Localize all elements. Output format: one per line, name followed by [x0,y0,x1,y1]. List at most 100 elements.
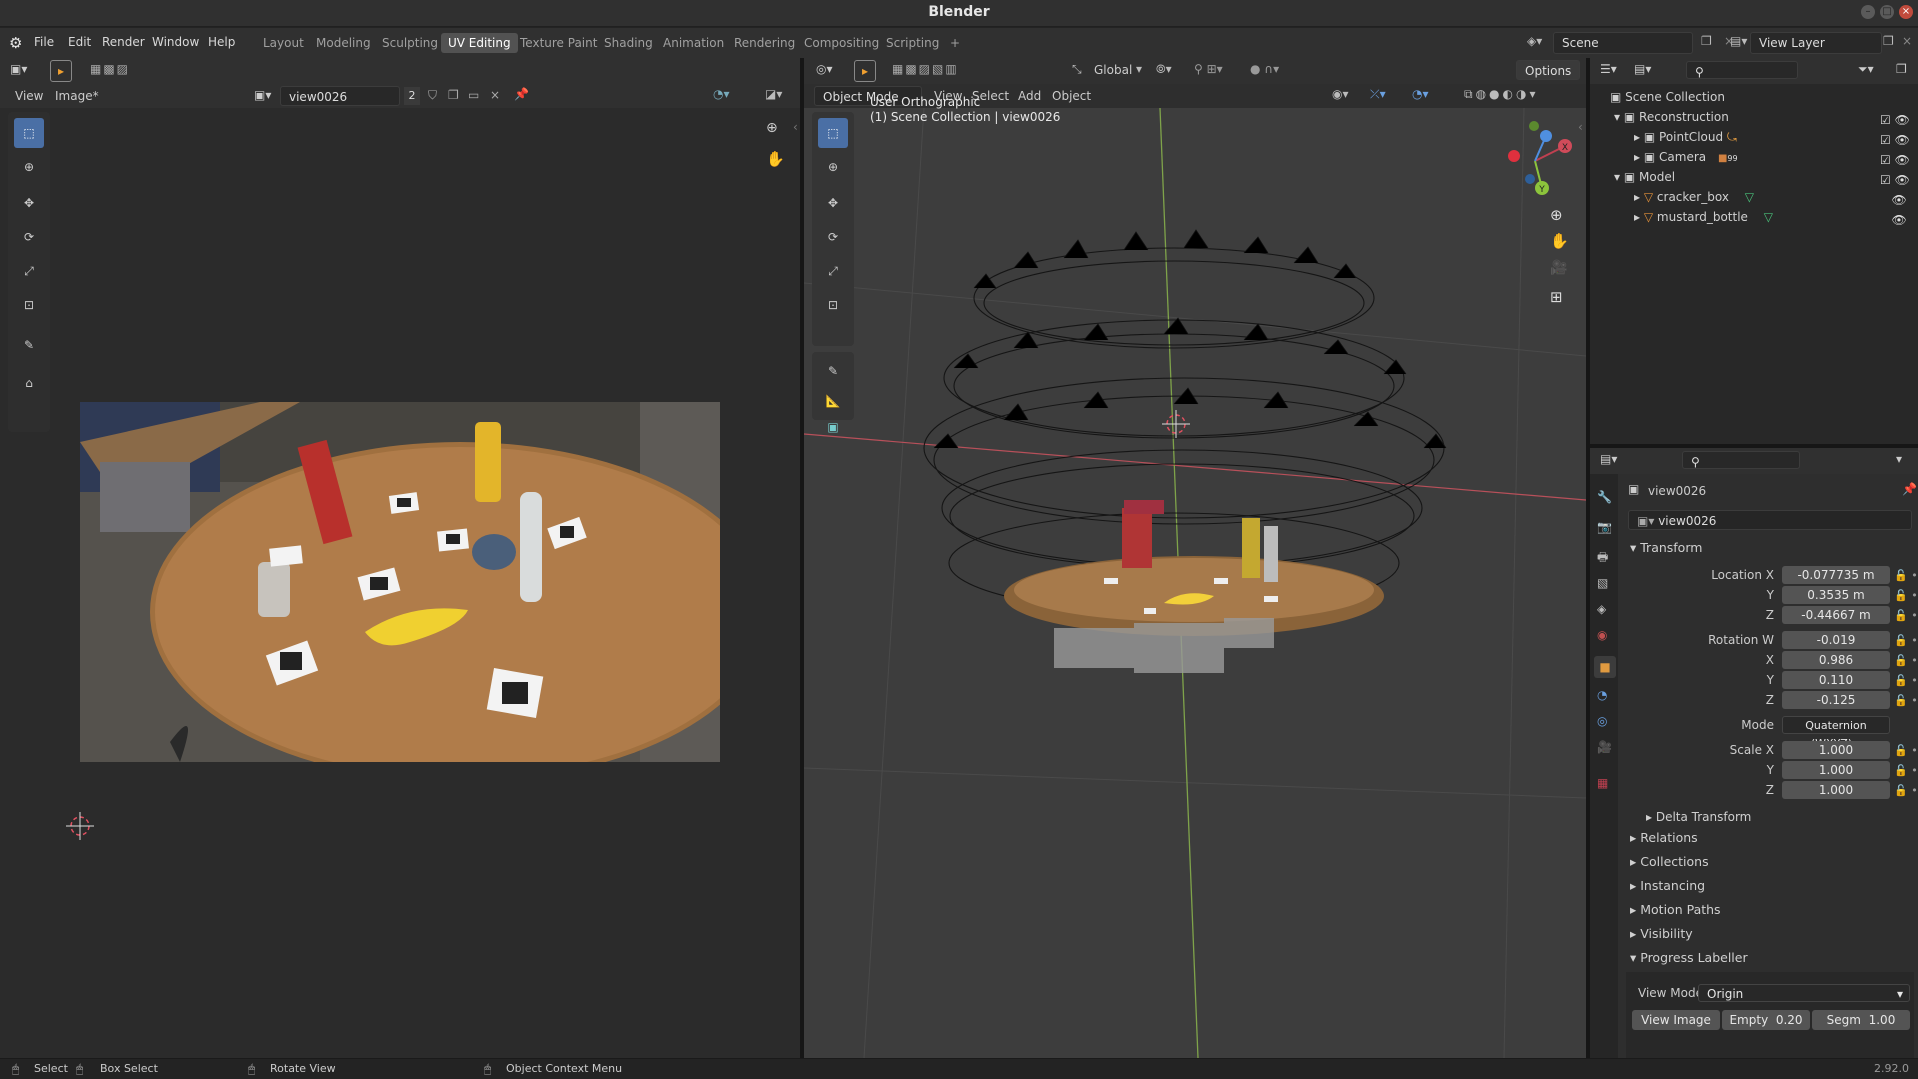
tab-animation[interactable]: Animation [656,33,731,53]
display-mode-icon[interactable]: ▤▾ [1634,62,1651,76]
lock-keyframe-column[interactable]: 🔓 • 🔓 • 🔓 • [1894,741,1918,801]
outliner-item-cracker-box[interactable]: ▸ ▽ cracker_box ▽ [1634,190,1914,204]
open-image-icon[interactable]: ▭ [468,88,479,102]
visibility-panel[interactable]: ▸ Visibility [1630,926,1693,941]
object-data-field[interactable]: ▣▾ view0026 [1628,510,1912,530]
snap-icon[interactable]: ⚲ ⊞▾ [1194,62,1223,76]
filter-icon[interactable]: ⏷▾ [1858,62,1874,77]
scale-y-field[interactable]: 1.000 [1782,761,1890,779]
tab-compositing[interactable]: Compositing [797,33,886,53]
tool-scale[interactable]: ⤢ [14,256,44,286]
rotation-w-field[interactable]: -0.019 [1782,631,1890,649]
view-mode-dropdown[interactable]: Origin ▾ [1698,984,1910,1002]
rotation-x-field[interactable]: 0.986 [1782,651,1890,669]
outliner-item-camera[interactable]: ▸ ▣ Camera ■99 [1634,150,1914,164]
camera-view-icon[interactable]: 🎥 [1550,260,1567,276]
render-layer-icon[interactable]: ▤▾ [1730,34,1747,48]
collections-panel[interactable]: ▸ Collections [1630,854,1709,869]
new-image-icon[interactable]: ❐ [448,88,459,102]
tool-move[interactable]: ✥ [14,188,44,218]
delete-view-layer-icon[interactable]: × [1902,34,1912,48]
gizmo-icon[interactable]: ⤫▾ [1370,87,1386,102]
empty-size-field[interactable]: Empty 0.20 [1722,1010,1810,1030]
delta-transform-panel[interactable]: ▸ Delta Transform [1646,810,1751,824]
relations-panel[interactable]: ▸ Relations [1630,830,1698,845]
menu-help[interactable]: Help [208,35,235,49]
scene-icon[interactable]: ◈▾ [1527,34,1542,48]
minimize-button[interactable]: – [1861,5,1875,19]
instancing-panel[interactable]: ▸ Instancing [1630,878,1705,893]
outliner-root[interactable]: ▣ Scene Collection [1610,90,1725,104]
editor-type-icon[interactable]: ▤▾ [1600,452,1617,466]
tool-add-cube[interactable]: ▣ [818,412,848,442]
shading-mode-icons[interactable]: ⧉◍●◐◑▾ [1464,87,1538,102]
transform-orientation[interactable]: Global [1094,63,1132,77]
menu-view[interactable]: View [15,89,43,103]
scene-tab-icon[interactable]: ◈ [1597,602,1606,616]
tab-rendering[interactable]: Rendering [727,33,802,53]
tool-annotate[interactable]: ✎ [818,356,848,386]
tool-sample[interactable]: ⌂ [14,368,44,398]
orientation-icon[interactable]: ⤡ [1072,62,1082,77]
output-tab-icon[interactable]: 🖶 [1597,548,1608,569]
menu-window[interactable]: Window [152,35,199,49]
image-users-count[interactable]: 2 [404,87,420,105]
rotation-mode-dropdown[interactable]: Quaternion (WXYZ) ▾ [1782,716,1890,750]
scale-x-field[interactable]: 1.000 [1782,741,1890,759]
lock-keyframe-column[interactable]: 🔓 • 🔓 • 🔓 • [1894,566,1918,626]
tool-rotate[interactable]: ⟳ [14,222,44,252]
pivot-icon[interactable]: ⦾▾ [1156,62,1172,77]
tab-sculpting[interactable]: Sculpting [375,33,445,53]
tool-select-box[interactable]: ⬚ [818,118,848,148]
viewport-canvas[interactable] [804,108,1586,1058]
location-y-field[interactable]: 0.3535 m [1782,586,1890,604]
sidebar-toggle-icon[interactable]: ‹ [1578,120,1583,134]
menu-edit[interactable]: Edit [68,35,91,49]
tool-cursor[interactable]: ⊕ [14,152,44,182]
pin-icon[interactable]: 📌 [514,87,529,101]
outliner-item-mustard-bottle[interactable]: ▸ ▽ mustard_bottle ▽ [1634,210,1914,224]
rotation-z-field[interactable]: -0.125 [1782,691,1890,709]
overlay-icon[interactable]: ◔▾ [1412,87,1429,101]
render-tab-icon[interactable]: 📷 [1597,520,1612,534]
tool-scale[interactable]: ⤢ [818,256,848,286]
properties-search-input[interactable]: ⚲ [1682,451,1800,469]
outliner-item-pointcloud[interactable]: ▸ ▣ PointCloud ⤿ [1634,130,1914,145]
overlay-icon[interactable]: ◔▾ [713,87,730,101]
view-image-button[interactable]: View Image [1632,1010,1720,1030]
tool-transform[interactable]: ⊡ [818,290,848,320]
transform-panel-header[interactable]: ▾ Transform [1630,540,1702,555]
motion-paths-panel[interactable]: ▸ Motion Paths [1630,902,1721,917]
select-tool-icon[interactable]: ▸ [50,60,72,82]
tab-modeling[interactable]: Modeling [309,33,378,53]
tool-annotate[interactable]: ✎ [14,330,44,360]
rotation-y-field[interactable]: 0.110 [1782,671,1890,689]
2d-cursor-icon[interactable] [64,810,96,842]
editor-type-icon[interactable]: ▣▾ [10,62,27,76]
menu-file[interactable]: File [34,35,54,49]
outliner-item-reconstruction[interactable]: ▾ ▣ Reconstruction [1614,110,1914,124]
navigation-gizmo[interactable]: X Y [1490,116,1580,206]
pan-hand-icon[interactable]: ✋ [766,150,785,168]
outliner-item-model[interactable]: ▾ ▣ Model [1614,170,1914,184]
outliner-search-input[interactable]: ⚲ [1686,61,1798,79]
visibility-icon[interactable]: ◉▾ [1332,87,1349,101]
menu-render[interactable]: Render [102,35,145,49]
image-name-field[interactable]: view0026 [280,86,400,106]
zoom-icon[interactable]: ⊕ [766,120,778,136]
modifier-tab-icon[interactable]: ◔ [1597,688,1607,702]
data-tab-icon[interactable]: 🎥 [1597,740,1612,754]
menu-object[interactable]: Object [1052,89,1091,103]
location-x-field[interactable]: -0.077735 m [1782,566,1890,584]
lock-keyframe-column[interactable]: 🔓 • 🔓 • 🔓 • 🔓 • [1894,631,1918,711]
tab-texture-paint[interactable]: Texture Paint [513,33,604,53]
menu-add[interactable]: Add [1018,89,1041,103]
world-tab-icon[interactable]: ◉ [1597,628,1607,642]
editor-type-icon[interactable]: ☰▾ [1600,62,1617,76]
add-workspace-button[interactable]: + [943,33,967,53]
tool-select-box[interactable]: ⬚ [14,118,44,148]
visibility-toggles[interactable]: ☑ 👁 ☑ 👁 ☑ 👁 ☑ 👁 👁 👁 [1880,110,1910,230]
unlink-image-icon[interactable]: × [490,88,500,102]
object-tab-icon[interactable]: ■ [1594,656,1616,678]
physics-tab-icon[interactable]: ◎ [1597,714,1607,728]
